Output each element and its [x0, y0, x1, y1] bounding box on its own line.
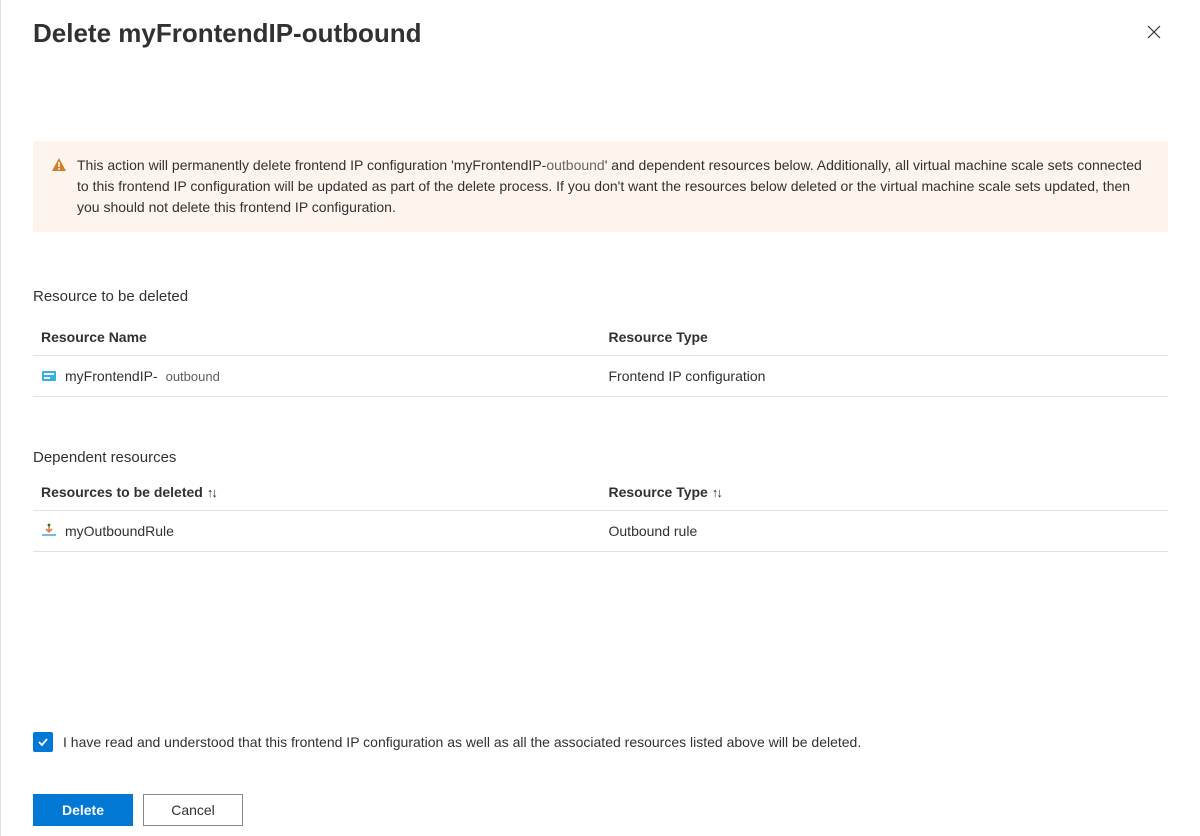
close-icon [1146, 24, 1162, 40]
sort-icon: ↑↓ [207, 485, 216, 500]
column-header-type: Resource Type [601, 319, 1169, 356]
close-button[interactable] [1140, 18, 1168, 46]
resource-name-prefix: myFrontendIP- [65, 368, 158, 384]
warning-text: This action will permanently delete fron… [77, 155, 1150, 218]
frontend-ip-icon [41, 368, 57, 384]
warning-banner: This action will permanently delete fron… [33, 141, 1168, 232]
delete-button[interactable]: Delete [33, 794, 133, 826]
warning-icon [51, 157, 67, 173]
cancel-button[interactable]: Cancel [143, 794, 243, 826]
outbound-rule-icon [41, 523, 57, 539]
section-heading-dependent: Dependent resources [33, 449, 1168, 466]
resource-name-suffix: outbound [166, 369, 220, 384]
confirm-checkbox[interactable] [33, 732, 53, 752]
sort-icon: ↑↓ [712, 485, 721, 500]
dependent-table: Resources to be deleted↑↓ Resource Type↑… [33, 474, 1168, 552]
column-header-dep-type[interactable]: Resource Type↑↓ [601, 474, 1169, 511]
table-row: myOutboundRule Outbound rule [33, 511, 1168, 552]
title-suffix: outbound [302, 18, 422, 48]
column-header-name: Resource Name [33, 319, 601, 356]
dependent-type-cell: Outbound rule [601, 511, 1169, 552]
page-title: Delete myFrontendIP-outbound [33, 18, 422, 49]
column-header-dep-name[interactable]: Resources to be deleted↑↓ [33, 474, 601, 511]
resource-type-cell: Frontend IP configuration [601, 356, 1169, 397]
title-prefix: Delete myFrontendIP- [33, 18, 302, 48]
resource-table: Resource Name Resource Type myFrontendIP… [33, 319, 1168, 397]
confirm-label: I have read and understood that this fro… [63, 734, 861, 750]
dependent-name: myOutboundRule [65, 523, 174, 539]
check-icon [36, 735, 50, 749]
table-row: myFrontendIP-outbound Frontend IP config… [33, 356, 1168, 397]
section-heading-resource: Resource to be deleted [33, 288, 1168, 305]
